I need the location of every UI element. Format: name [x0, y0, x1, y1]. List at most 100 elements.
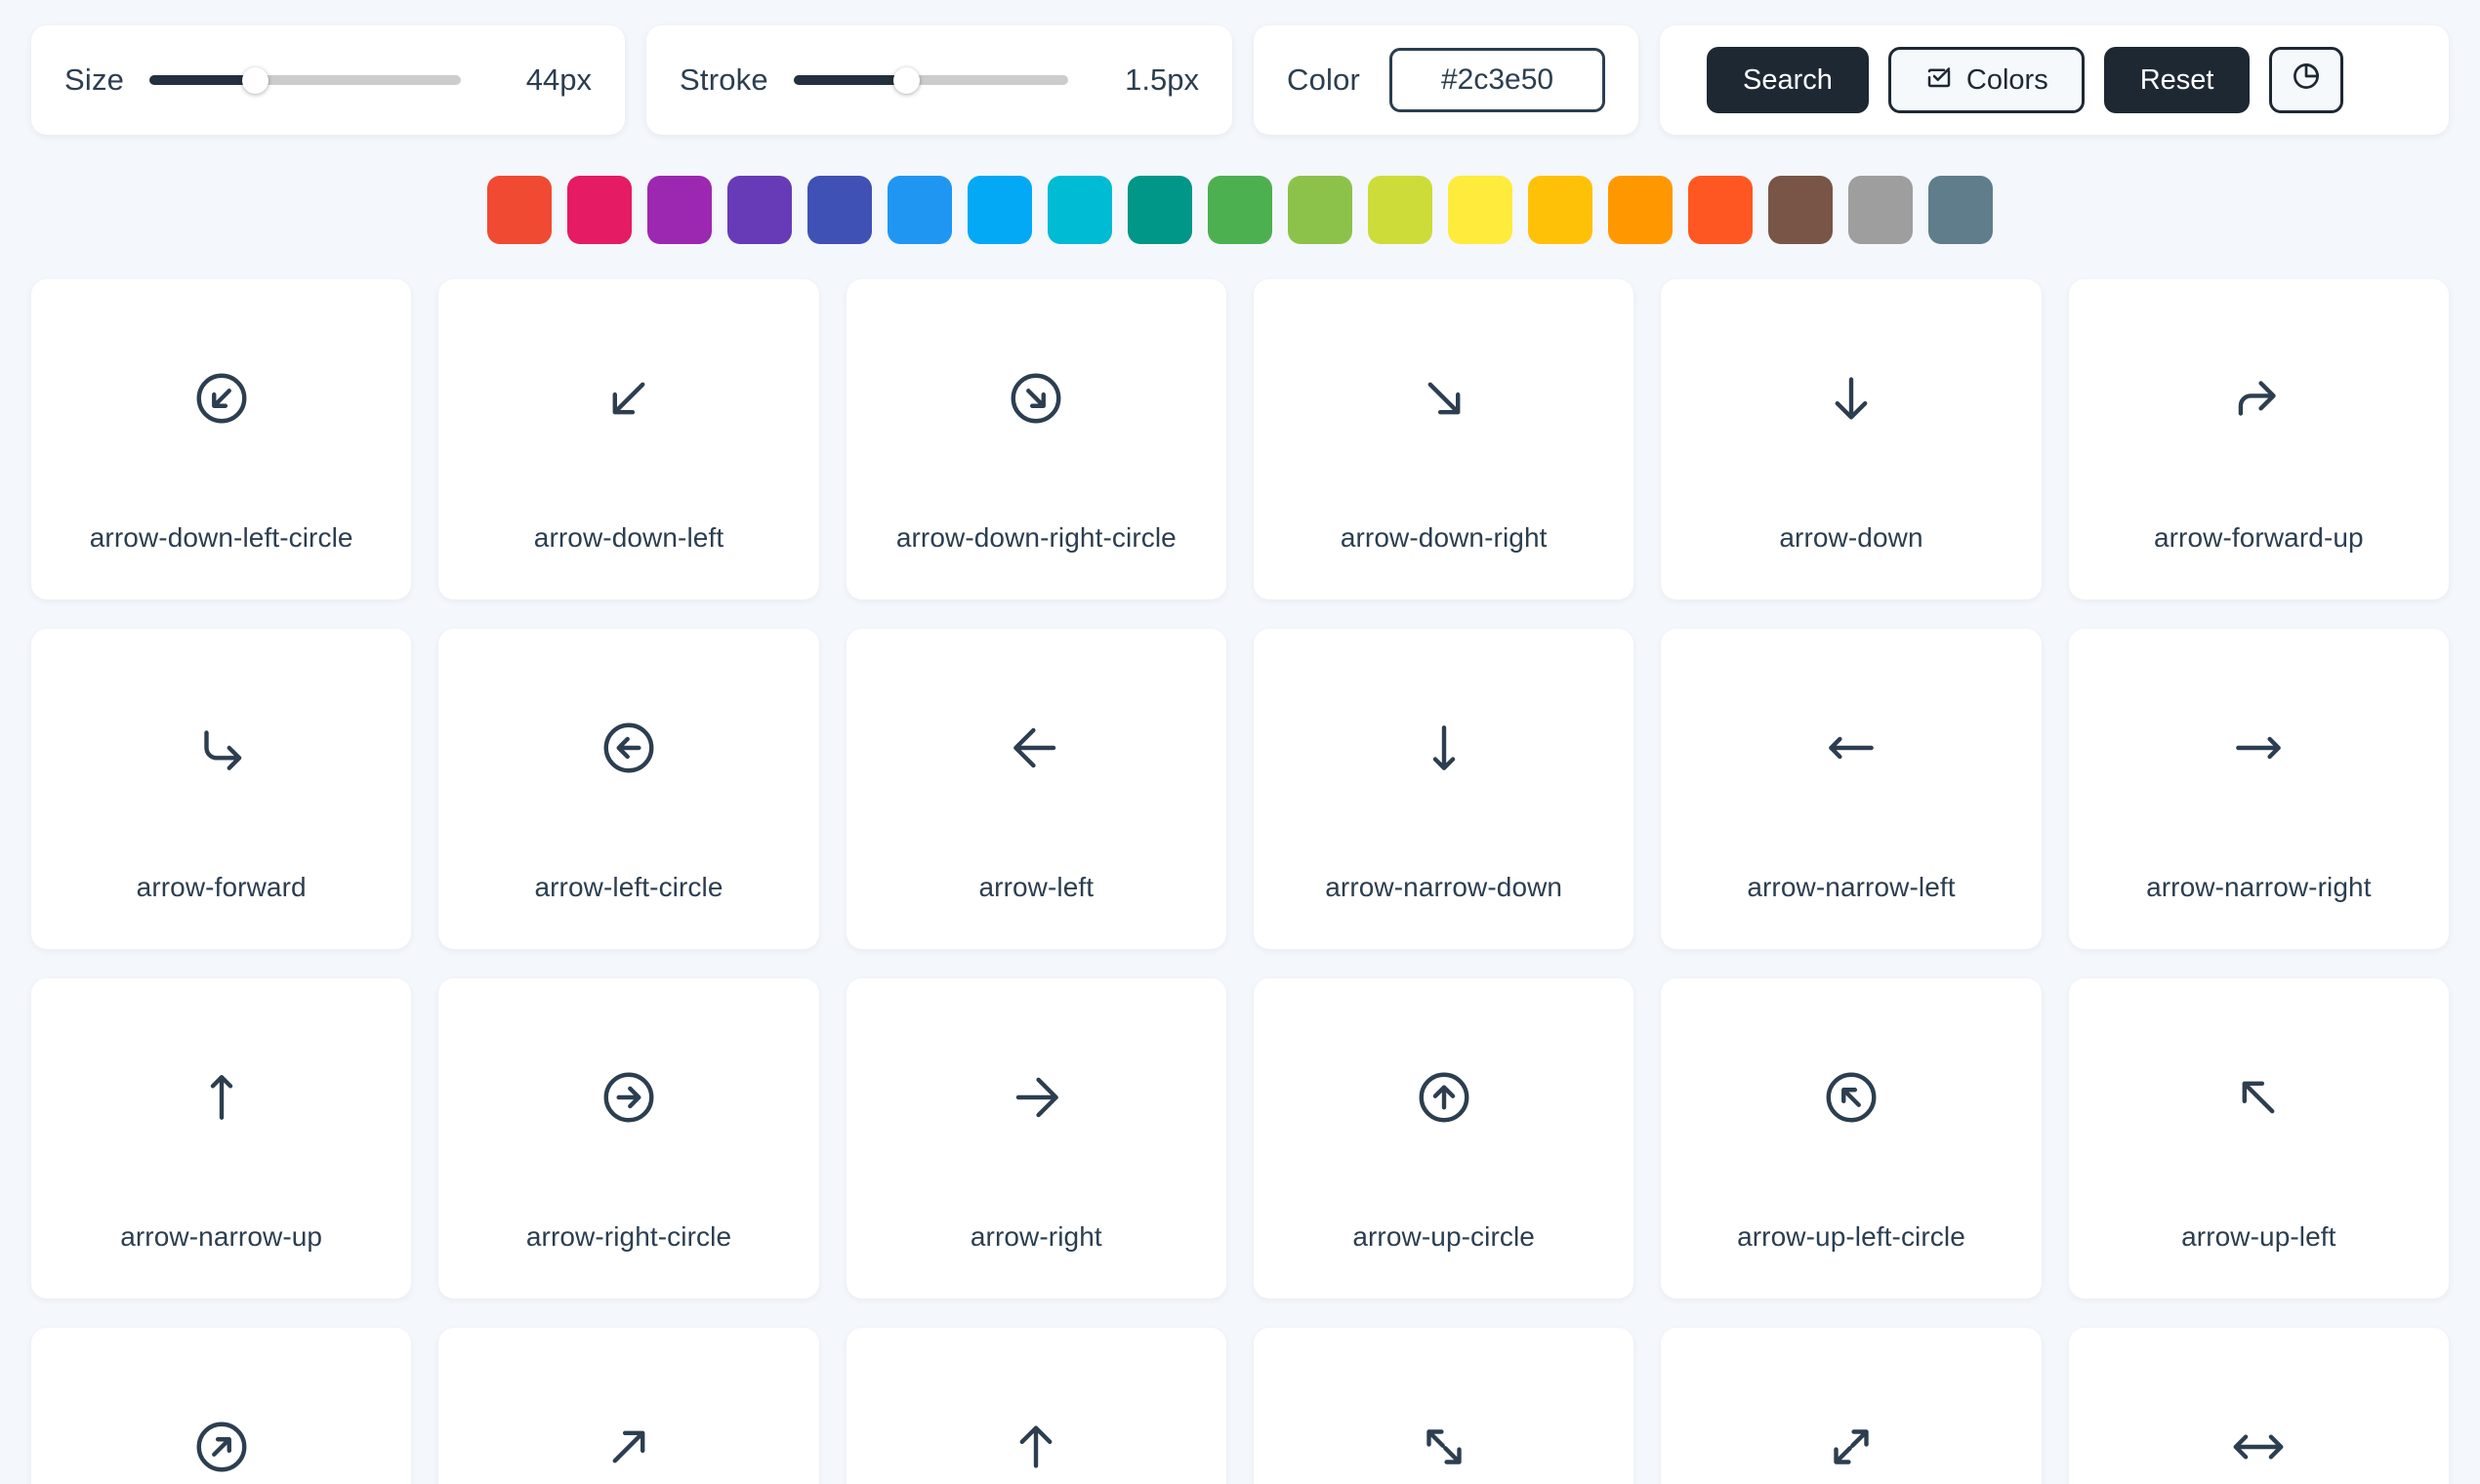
color-swatch[interactable]: [1688, 176, 1753, 244]
icon-card[interactable]: arrow-right-circle: [438, 978, 819, 1298]
color-swatch[interactable]: [647, 176, 712, 244]
arrows-left-right-icon: [2228, 1374, 2289, 1484]
icon-card-label: arrow-forward-up: [2153, 522, 2364, 553]
icon-card[interactable]: arrow-narrow-up: [31, 978, 412, 1298]
arrows-diagonal-left-icon: [1414, 1374, 1474, 1484]
icon-card[interactable]: arrow-down-right-circle: [846, 279, 1226, 599]
icon-card-label: arrow-up-left-circle: [1737, 1221, 1965, 1252]
stroke-label: Stroke: [680, 62, 768, 97]
color-swatch[interactable]: [1448, 176, 1512, 244]
color-input[interactable]: #2c3e50: [1389, 48, 1605, 112]
arrows-diagonal-right-icon: [1821, 1374, 1881, 1484]
color-swatch[interactable]: [807, 176, 872, 244]
icon-card[interactable]: arrow-forward: [31, 629, 412, 949]
color-palette: [31, 168, 2449, 252]
icon-card[interactable]: arrow-up-left-circle: [1661, 978, 2042, 1298]
icon-card[interactable]: arrow-narrow-down: [1254, 629, 1634, 949]
size-slider[interactable]: [149, 66, 461, 94]
icon-card[interactable]: arrow-up-right: [438, 1328, 819, 1484]
color-swatch[interactable]: [1128, 176, 1192, 244]
arrow-narrow-down-icon: [1414, 675, 1474, 821]
icon-card-label: arrow-down: [1779, 522, 1923, 553]
arrow-left-circle-icon: [599, 675, 659, 821]
icon-card-label: arrow-narrow-left: [1747, 872, 1956, 902]
color-swatch[interactable]: [1928, 176, 1993, 244]
arrow-right-circle-icon: [599, 1024, 659, 1171]
icon-card-label: arrow-up-left: [2181, 1221, 2336, 1252]
checkbox-checked-icon: [1924, 62, 1954, 99]
size-control-panel: Size 44px: [31, 25, 625, 135]
color-swatch[interactable]: [1288, 176, 1352, 244]
icon-card[interactable]: arrow-down: [1661, 279, 2042, 599]
arrow-narrow-right-icon: [2228, 675, 2289, 821]
size-label: Size: [64, 62, 125, 97]
icon-card[interactable]: arrows-diagonal-left: [1254, 1328, 1634, 1484]
icon-card[interactable]: arrow-forward-up: [2068, 279, 2449, 599]
arrow-down-right-circle-icon: [1006, 325, 1066, 472]
color-swatch[interactable]: [1208, 176, 1272, 244]
arrow-up-left-circle-icon: [1821, 1024, 1881, 1171]
stroke-slider[interactable]: [793, 66, 1068, 94]
color-swatch[interactable]: [1048, 176, 1112, 244]
icon-card-label: arrow-down-left-circle: [89, 522, 353, 553]
color-control-panel: Color #2c3e50: [1254, 25, 1638, 135]
stroke-control-panel: Stroke 1.5px: [646, 25, 1232, 135]
color-swatch[interactable]: [727, 176, 792, 244]
search-button[interactable]: Search: [1707, 47, 1869, 113]
color-swatch[interactable]: [968, 176, 1032, 244]
size-value: 44px: [525, 62, 592, 97]
color-swatch[interactable]: [487, 176, 552, 244]
icon-card[interactable]: arrows-left-right: [2068, 1328, 2449, 1484]
arrow-left-icon: [1006, 675, 1066, 821]
icon-card[interactable]: arrow-narrow-right: [2068, 629, 2449, 949]
arrow-down-right-icon: [1414, 325, 1474, 472]
icon-card[interactable]: arrow-down-left: [438, 279, 819, 599]
icon-card-label: arrow-up-circle: [1352, 1221, 1535, 1252]
reset-button[interactable]: Reset: [2103, 47, 2251, 113]
color-swatch[interactable]: [1848, 176, 1913, 244]
color-label: Color: [1287, 62, 1361, 97]
arrow-up-circle-icon: [1414, 1024, 1474, 1171]
icon-card-label: arrow-right: [970, 1221, 1102, 1252]
icon-card-label: arrow-forward: [136, 872, 307, 902]
arrow-up-left-icon: [2228, 1024, 2289, 1171]
color-swatch[interactable]: [1608, 176, 1673, 244]
icon-card[interactable]: arrow-down-right: [1254, 279, 1634, 599]
arrow-down-left-circle-icon: [191, 325, 252, 472]
icon-card[interactable]: arrow-up-circle: [1254, 978, 1634, 1298]
icon-card-label: arrow-right-circle: [525, 1221, 732, 1252]
contrast-button[interactable]: [2269, 47, 2344, 113]
stroke-slider-thumb[interactable]: [892, 66, 920, 94]
droplet-contrast-icon: [2290, 60, 2323, 101]
icon-card[interactable]: arrow-right: [846, 978, 1226, 1298]
icon-card[interactable]: arrow-up-right-circle: [31, 1328, 412, 1484]
color-swatch[interactable]: [1768, 176, 1833, 244]
arrow-up-icon: [1006, 1374, 1066, 1484]
color-swatch[interactable]: [1368, 176, 1432, 244]
icon-card[interactable]: arrow-up-left: [2068, 978, 2449, 1298]
icon-card[interactable]: arrow-left: [846, 629, 1226, 949]
stroke-value: 1.5px: [1125, 62, 1199, 97]
icon-card[interactable]: arrow-left-circle: [438, 629, 819, 949]
icon-card-label: arrow-narrow-up: [120, 1221, 323, 1252]
color-swatch[interactable]: [888, 176, 952, 244]
arrow-narrow-left-icon: [1821, 675, 1881, 821]
toolbar: Size 44px Stroke 1.5px Color #2c3e50 Sea…: [31, 25, 2449, 135]
color-swatch[interactable]: [567, 176, 632, 244]
arrow-right-icon: [1006, 1024, 1066, 1171]
icon-card-label: arrow-left: [978, 872, 1095, 902]
arrow-down-left-icon: [599, 325, 659, 472]
colors-button[interactable]: Colors: [1887, 47, 2085, 113]
size-slider-thumb[interactable]: [242, 66, 269, 94]
arrow-down-icon: [1821, 325, 1881, 472]
arrow-forward-up-icon: [2228, 325, 2289, 472]
icon-card[interactable]: arrows-diagonal-right: [1661, 1328, 2042, 1484]
actions-panel: Search Colors Reset: [1660, 25, 2449, 135]
arrow-up-right-icon: [599, 1374, 659, 1484]
icon-card[interactable]: arrow-narrow-left: [1661, 629, 2042, 949]
color-swatch[interactable]: [1528, 176, 1592, 244]
icon-grid: arrow-down-left-circle arrow-down-left arr…: [31, 279, 2449, 1484]
icon-card[interactable]: arrow-down-left-circle: [31, 279, 412, 599]
icon-browser-page: Size 44px Stroke 1.5px Color #2c3e50 Sea…: [0, 0, 2480, 1484]
icon-card[interactable]: arrow-up: [846, 1328, 1226, 1484]
